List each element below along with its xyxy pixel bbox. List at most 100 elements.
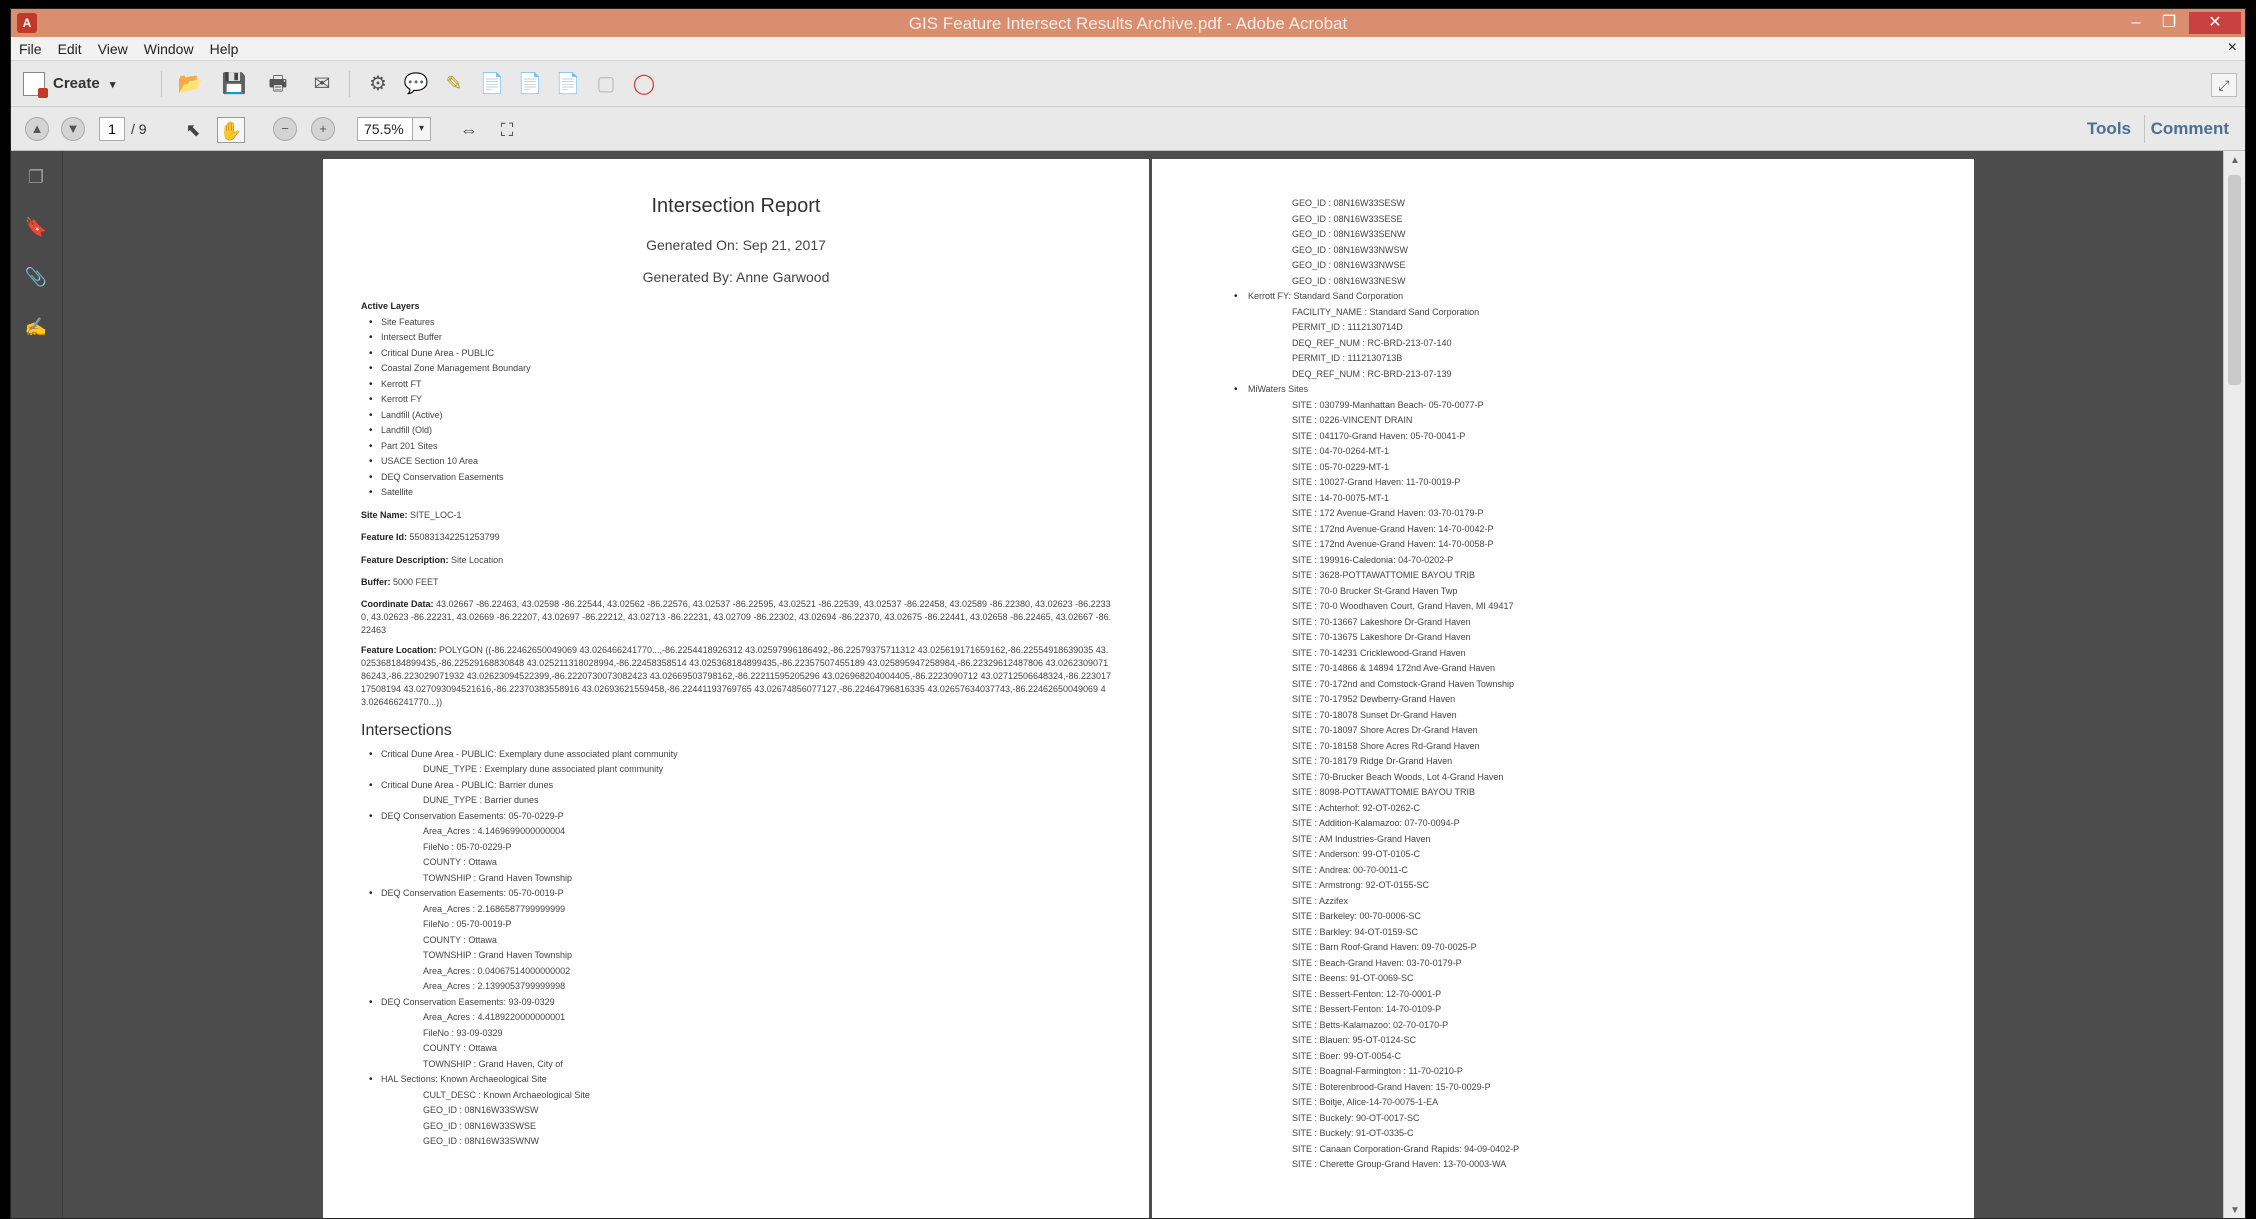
- report-body: Active Layers Site FeaturesIntersect Buf…: [361, 299, 1113, 1150]
- list-item-detail: SITE : 0226-VINCENT DRAIN: [1292, 415, 1413, 425]
- close-document-button[interactable]: ×: [2228, 39, 2237, 57]
- fit-page-icon[interactable]: ⛶: [493, 117, 521, 143]
- list-item: DEQ Conservation Easements: 05-70-0019-P: [361, 886, 1113, 902]
- list-item: Coastal Zone Management Boundary: [361, 361, 1113, 377]
- tools-pane-button[interactable]: Tools: [2087, 119, 2131, 139]
- list-item: Kerrott FT: [361, 377, 1113, 393]
- sign-document-icon[interactable]: 📄: [477, 70, 507, 98]
- minimize-button[interactable]: –: [2119, 12, 2153, 34]
- intersections-heading: Intersections: [361, 721, 452, 739]
- title-bar: A GIS Feature Intersect Results Archive.…: [11, 9, 2245, 37]
- vertical-scrollbar[interactable]: ▲ ▼: [2223, 151, 2245, 1218]
- list-item-detail: SITE : Canaan Corporation-Grand Rapids: …: [1292, 1143, 1520, 1154]
- list-item-detail: SITE : 172 Avenue-Grand Haven: 03-70-017…: [1292, 508, 1484, 518]
- list-item-detail: SITE : Cherette Group-Grand Haven: 13-70…: [1292, 1159, 1507, 1169]
- settings-gear-icon[interactable]: ⚙: [363, 70, 393, 98]
- list-item-detail: FileNo : 05-70-0019-P: [423, 919, 512, 929]
- pdf-page-2: GEO_ID : 08N16W33SESW GEO_ID : 08N16W33SE…: [1152, 159, 1974, 1218]
- list-item-detail: COUNTY : Ottawa: [423, 934, 497, 945]
- menu-edit[interactable]: Edit: [50, 37, 90, 57]
- scroll-down-icon[interactable]: ▼: [2224, 1205, 2245, 1216]
- list-item: Landfill (Active): [361, 408, 1113, 424]
- generated-by: Generated By: Anne Garwood: [642, 269, 830, 285]
- combine-document-icon[interactable]: 📄: [553, 70, 583, 98]
- page-thumbnails-icon[interactable]: ❐: [24, 165, 48, 189]
- comment-pane-button[interactable]: Comment: [2151, 119, 2229, 139]
- blank-page-icon[interactable]: ▢: [591, 70, 621, 98]
- scrollbar-thumb[interactable]: [2228, 175, 2241, 385]
- list-item-detail: SITE : 70-Brucker Beach Woods, Lot 4-Gra…: [1292, 771, 1504, 782]
- list-item-detail: SITE : Boitje, Alice-14-70-0075-1-EA: [1292, 1097, 1439, 1107]
- document-view[interactable]: Intersection Report Generated On: Sep 21…: [63, 151, 2223, 1218]
- zoom-out-icon[interactable]: −: [273, 117, 297, 141]
- save-icon[interactable]: 💾: [219, 70, 249, 98]
- page-number-input[interactable]: 1: [99, 117, 125, 141]
- list-item-detail: SITE : Beach-Grand Haven: 03-70-0179-P: [1292, 957, 1462, 968]
- menu-file[interactable]: File: [11, 37, 50, 57]
- select-cursor-icon[interactable]: ⬉: [179, 117, 207, 143]
- list-item-detail: GEO_ID : 08N16W33NESW: [1292, 275, 1406, 286]
- list-item-detail: SITE : Betts-Kalamazoo: 02-70-0170-P: [1292, 1019, 1449, 1030]
- list-item: Critical Dune Area - PUBLIC: Barrier dun…: [361, 778, 1113, 794]
- list-item-detail: SITE : 172nd Avenue-Grand Haven: 14-70-0…: [1292, 523, 1494, 534]
- toolbar-divider: [161, 71, 162, 97]
- list-item-detail: Area_Acres : 4.1469699000000004: [423, 826, 566, 836]
- zoom-dropdown-icon[interactable]: ▾: [413, 117, 431, 141]
- zoom-in-icon[interactable]: +: [311, 117, 335, 141]
- list-item-detail: SITE : 70-0 Woodhaven Court, Grand Haven…: [1292, 601, 1514, 611]
- list-item-detail: GEO_ID : 08N16W33SWNW: [423, 1136, 540, 1146]
- next-page-icon[interactable]: ▼: [61, 117, 85, 141]
- generated-on: Generated On: Sep 21, 2017: [646, 237, 826, 253]
- list-item-detail: SITE : Barn Roof-Grand Haven: 09-70-0025…: [1292, 942, 1477, 952]
- menu-view[interactable]: View: [90, 37, 136, 57]
- list-item-detail: PERMIT_ID : 1112130714D: [1292, 322, 1403, 332]
- list-item-detail: GEO_ID : 08N16W33SESW: [1292, 198, 1406, 208]
- scroll-up-icon[interactable]: ▲: [2224, 155, 2245, 166]
- create-button[interactable]: Create ▾: [23, 70, 115, 99]
- list-item-detail: TOWNSHIP : Grand Haven Township: [423, 950, 573, 960]
- list-item-detail: SITE : Addition-Kalamazoo: 07-70-0094-P: [1292, 818, 1460, 828]
- comment-bubble-icon[interactable]: 💬: [401, 70, 431, 98]
- list-item-detail: SITE : 70-13667 Lakeshore Dr-Grand Haven: [1292, 616, 1471, 627]
- list-item: Intersect Buffer: [361, 330, 1113, 346]
- stamp-icon[interactable]: ✎: [439, 70, 469, 98]
- list-item-detail: SITE : 70-13675 Lakeshore Dr-Grand Haven: [1292, 632, 1471, 642]
- list-item-detail: SITE : Beens: 91-OT-0069-SC: [1292, 973, 1414, 983]
- list-item-detail: SITE : 199916-Caledonia: 04-70-0202-P: [1292, 554, 1454, 565]
- list-item-detail: SITE : Armstrong: 92-OT-0155-SC: [1292, 880, 1430, 890]
- print-icon[interactable]: 🖶: [263, 70, 293, 98]
- list-item-detail: SITE : Bessert-Fenton: 12-70-0001-P: [1292, 988, 1442, 999]
- close-button[interactable]: ✕: [2189, 12, 2241, 34]
- list-item-detail: SITE : 030799-Manhattan Beach- 05-70-007…: [1292, 399, 1484, 410]
- menu-help[interactable]: Help: [202, 37, 247, 57]
- list-item-detail: GEO_ID : 08N16W33NWSE: [1292, 260, 1406, 270]
- list-item-detail: Area_Acres : 0.04067514000000002: [423, 965, 571, 976]
- navigation-toolbar: ▲ ▼ 1 / 9 ⬉ ✋ − + 75.5% ▾ ⇔ ⛶ Tools Comm…: [11, 107, 2245, 151]
- list-item-detail: SITE : Bessert-Fenton: 14-70-0109-P: [1292, 1004, 1442, 1014]
- active-layers-heading: Active Layers: [361, 301, 420, 311]
- fit-width-icon[interactable]: ⇔: [455, 117, 483, 143]
- email-icon[interactable]: ✉: [307, 70, 337, 98]
- list-item-detail: SITE : 70-18179 Ridge Dr-Grand Haven: [1292, 756, 1453, 766]
- list-item-detail: DEQ_REF_NUM : RC-BRD-213-07-139: [1292, 368, 1452, 379]
- attachment-paperclip-icon[interactable]: 📎: [24, 265, 48, 289]
- bookmark-icon[interactable]: 🔖: [24, 215, 48, 239]
- list-item-detail: SITE : 05-70-0229-MT-1: [1292, 461, 1390, 472]
- expand-icon[interactable]: ⤢: [2211, 73, 2237, 97]
- list-item: Kerrott FY: Standard Sand Corporation: [1196, 289, 1944, 305]
- list-item-detail: TOWNSHIP : Grand Haven Township: [423, 872, 573, 883]
- list-item: Critical Dune Area - PUBLIC: Exemplary d…: [361, 747, 1113, 763]
- restore-button[interactable]: ❐: [2153, 12, 2185, 34]
- feature-location-row: Feature Location: POLYGON ((-86.22462650…: [361, 644, 1112, 707]
- previous-page-icon[interactable]: ▲: [25, 117, 49, 141]
- list-item-detail: SITE : 70-18078 Sunset Dr-Grand Haven: [1292, 709, 1457, 720]
- zoom-input[interactable]: 75.5%: [357, 117, 413, 141]
- hand-tool-icon[interactable]: ✋: [217, 117, 245, 143]
- record-circle-icon[interactable]: ◯: [629, 70, 659, 98]
- list-item-detail: SITE : Boagnal-Farmington : 11-70-0210-P: [1292, 1066, 1463, 1076]
- menu-window[interactable]: Window: [136, 37, 202, 57]
- list-item-detail: SITE : 70-18158 Shore Acres Rd-Grand Hav…: [1292, 740, 1480, 751]
- export-document-icon[interactable]: 📄: [515, 70, 545, 98]
- signatures-icon[interactable]: ✍: [24, 315, 48, 339]
- open-folder-icon[interactable]: 📂: [175, 70, 205, 98]
